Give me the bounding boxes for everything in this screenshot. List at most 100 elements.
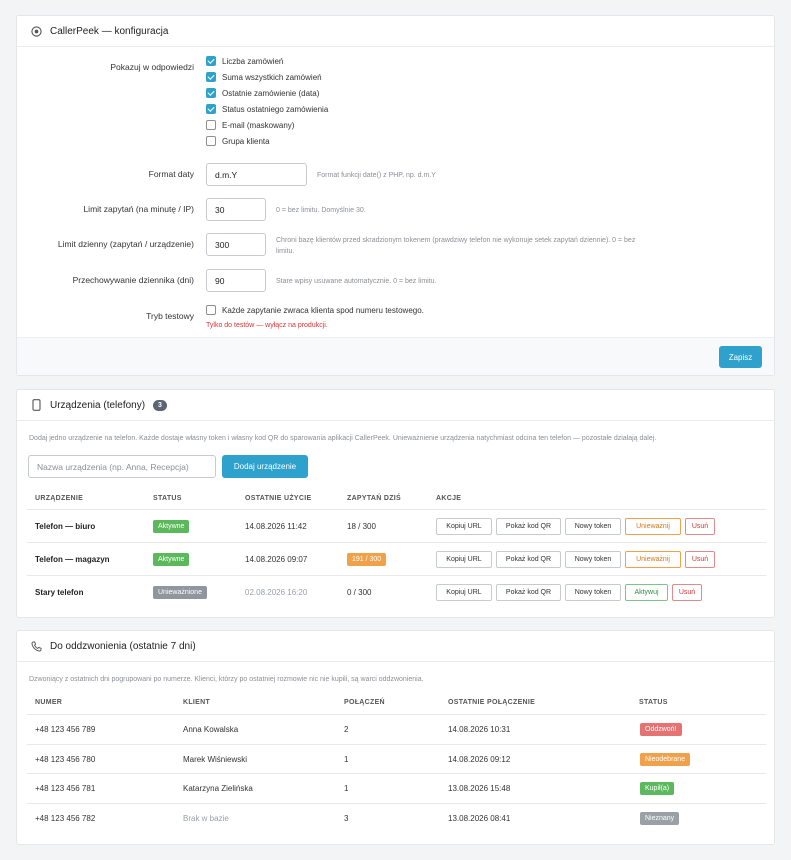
option-checkbox[interactable] — [206, 120, 216, 130]
log-retention-input[interactable]: 90 — [206, 269, 266, 292]
device-name: Telefon — magazyn — [35, 555, 110, 564]
device-queries-badge: 191 / 300 — [347, 553, 387, 566]
test-mode-checkbox[interactable] — [206, 305, 216, 315]
option-label: Suma wszystkich zamówień — [222, 72, 322, 82]
device-queries: 0 / 300 — [347, 588, 372, 597]
callbacks-column-header: POŁĄCZEŃ — [344, 699, 385, 706]
caller-client: Brak w bazie — [183, 813, 229, 823]
devices-column-header: ZAPYTAŃ DZIŚ — [347, 495, 402, 502]
option-label: Status ostatniego zamówienia — [222, 104, 329, 114]
daily-limit-help-1: Chroni bazę klientów przed skradzionym t… — [276, 237, 636, 244]
devices-panel: Urządzenia (telefony) 3 Dodaj jedno urzą… — [16, 389, 775, 618]
test-mode-checkbox-label: Każde zapytanie zwraca klienta spod nume… — [222, 305, 424, 315]
option-row[interactable]: Ostatnie zamówienie (data) — [206, 88, 319, 98]
callback-status-badge: Nieodebrane — [640, 752, 691, 766]
log-retention-help: Stare wpisy usuwane automatycznie. 0 = b… — [276, 278, 437, 285]
option-row[interactable]: Status ostatniego zamówienia — [206, 104, 328, 114]
caller-last-call: 14.08.2026 09:12 — [448, 754, 511, 764]
caller-calls: 1 — [344, 784, 349, 793]
option-row[interactable]: Liczba zamówień — [206, 56, 283, 66]
pokaż-kod-qr-button[interactable]: Pokaż kod QR — [496, 518, 561, 535]
option-checkbox[interactable] — [206, 72, 216, 82]
option-checkbox[interactable] — [206, 56, 216, 66]
nowy-token-button[interactable]: Nowy token — [565, 551, 621, 568]
callback-row: +48 123 456 781 Katarzyna Zielińska 1 13.08… — [27, 773, 766, 802]
device-last-used: 14.08.2026 11:42 — [245, 522, 307, 531]
option-row[interactable]: E-mail (maskowany) — [206, 120, 294, 130]
callback-status-badge: Oddzwoń! — [640, 723, 682, 736]
device-row: Telefon — biuro Aktywne 14.08.2026 11:42 18… — [27, 509, 766, 542]
config-panel: CallerPeek — konfiguracja Pokazuj w odpo… — [16, 15, 775, 376]
option-row[interactable]: Suma wszystkich zamówień — [206, 72, 322, 82]
test-mode-label: Tryb testowy — [146, 311, 194, 321]
rate-limit-help: 0 = bez limitu. Domyślnie 30. — [276, 207, 366, 214]
devices-title: Urządzenia (telefony) — [50, 399, 146, 411]
caller-last-call: 14.08.2026 10:31 — [448, 725, 511, 734]
aktywuj-button[interactable]: Aktywuj — [625, 584, 668, 601]
config-header: CallerPeek — konfiguracja — [17, 16, 774, 47]
pokaż-kod-qr-button[interactable]: Pokaż kod QR — [496, 584, 561, 601]
phone-icon — [30, 399, 42, 411]
usuń-button[interactable]: Usuń — [685, 551, 715, 568]
devices-intro: Dodaj jedno urządzenie na telefon. Każde… — [29, 435, 657, 442]
callback-status-badge: Kupił(a) — [640, 782, 675, 795]
daily-limit-input[interactable]: 300 — [206, 233, 266, 256]
caller-calls: 3 — [344, 813, 349, 823]
date-format-help: Format funkcji date() z PHP, np. d.m.Y — [317, 172, 436, 179]
device-row: Telefon — magazyn Aktywne 14.08.2026 09:07… — [27, 542, 766, 575]
option-label: Grupa klienta — [222, 136, 270, 146]
option-checkbox[interactable] — [206, 88, 216, 98]
device-status-badge: Unieważnione — [153, 586, 207, 599]
caller-client: Anna Kowalska — [183, 725, 239, 734]
callbacks-title: Do oddzwonienia (ostatnie 7 dni) — [50, 640, 196, 652]
usuń-button[interactable]: Usuń — [685, 518, 715, 535]
unieważnij-button[interactable]: Unieważnij — [625, 551, 681, 568]
option-row[interactable]: Grupa klienta — [206, 136, 270, 146]
device-row: Stary telefon Unieważnione 02.08.2026 16:2… — [27, 575, 766, 608]
save-button[interactable]: Zapisz — [719, 346, 762, 368]
option-checkbox[interactable] — [206, 136, 216, 146]
kopiuj-url-button[interactable]: Kopiuj URL — [436, 584, 492, 601]
device-name: Telefon — biuro — [35, 522, 96, 531]
daily-limit-label: Limit dzienny (zapytań / urządzenie) — [57, 239, 194, 249]
phone-handset-icon — [30, 640, 42, 652]
devices-header: Urządzenia (telefony) 3 — [17, 390, 774, 421]
usuń-button[interactable]: Usuń — [672, 584, 702, 601]
device-status-badge: Aktywne — [153, 553, 190, 566]
caller-last-call: 13.08.2026 08:41 — [448, 813, 511, 823]
nowy-token-button[interactable]: Nowy token — [565, 584, 621, 601]
device-name-input[interactable]: Nazwa urządzenia (np. Anna, Recepcja) — [28, 455, 216, 478]
pokaż-kod-qr-button[interactable]: Pokaż kod QR — [496, 551, 561, 568]
rate-limit-label: Limit zapytań (na minutę / IP) — [83, 204, 194, 214]
add-device-button[interactable]: Dodaj urządzenie — [222, 455, 308, 478]
config-footer: Zapisz — [17, 337, 774, 375]
date-format-input[interactable]: d.m.Y — [206, 163, 307, 186]
callbacks-intro: Dzwoniący z ostatnich dni pogrupowani po… — [29, 676, 424, 683]
date-format-label: Format daty — [148, 169, 194, 179]
caller-client: Marek Wiśniewski — [183, 754, 248, 764]
device-last-used: 02.08.2026 16:20 — [245, 588, 308, 597]
callback-row: +48 123 456 789 Anna Kowalska 2 14.08.2026 … — [27, 714, 766, 743]
device-name: Stary telefon — [35, 588, 84, 597]
test-mode-warning: Tylko do testów — wyłącz na produkcji. — [206, 322, 328, 329]
callback-status-badge: Nieznany — [640, 811, 680, 825]
caller-calls: 2 — [344, 725, 349, 734]
callbacks-column-header: NUMER — [35, 699, 63, 706]
kopiuj-url-button[interactable]: Kopiuj URL — [436, 551, 492, 568]
device-status-badge: Aktywne — [153, 520, 190, 533]
unieważnij-button[interactable]: Unieważnij — [625, 518, 681, 535]
nowy-token-button[interactable]: Nowy token — [565, 518, 621, 535]
config-title: CallerPeek — konfiguracja — [50, 25, 169, 37]
device-last-used: 14.08.2026 09:07 — [245, 555, 308, 564]
devices-count-badge: 3 — [153, 399, 167, 411]
target-icon — [30, 25, 42, 37]
callbacks-panel: Do oddzwonienia (ostatnie 7 dni) Dzwonią… — [16, 630, 775, 845]
kopiuj-url-button[interactable]: Kopiuj URL — [436, 518, 492, 535]
test-mode-row[interactable]: Każde zapytanie zwraca klienta spod nume… — [206, 305, 424, 315]
rate-limit-input[interactable]: 30 — [206, 198, 266, 221]
devices-column-header: OSTATNIE UŻYCIE — [245, 495, 312, 502]
devices-column-header: STATUS — [153, 495, 182, 502]
option-checkbox[interactable] — [206, 104, 216, 114]
show-label: Pokazuj w odpowiedzi — [110, 62, 194, 72]
option-label: Liczba zamówień — [222, 56, 284, 66]
